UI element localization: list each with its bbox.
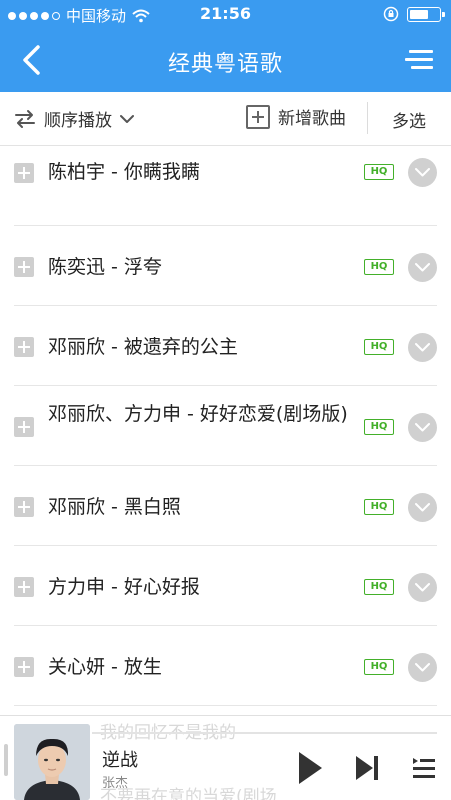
- add-to-list-icon[interactable]: [14, 417, 34, 437]
- now-playing-artist: 张杰: [102, 776, 129, 791]
- hq-badge: HQ: [364, 579, 394, 595]
- play-order-button[interactable]: 顺序播放: [14, 106, 134, 131]
- song-row[interactable]: 邓丽欣 - 黑白照 HQ: [0, 466, 451, 546]
- song-title: 陈奕迅 - 浮夸: [48, 256, 162, 278]
- album-art[interactable]: [14, 724, 90, 800]
- multi-select-button[interactable]: 多选: [392, 107, 426, 132]
- song-row[interactable]: 关心妍 - 放生 HQ: [0, 626, 451, 706]
- song-title: 陈柏宇 - 你瞒我瞒: [48, 161, 200, 183]
- play-order-label: 顺序播放: [44, 111, 112, 131]
- repeat-order-icon: [15, 109, 35, 128]
- more-chevron-icon: [415, 168, 430, 177]
- hq-badge: HQ: [364, 419, 394, 435]
- more-chevron-icon: [415, 423, 430, 432]
- drag-handle[interactable]: [4, 744, 8, 776]
- scrolled-row-text: 我的回忆不是我的: [100, 723, 236, 743]
- status-right: [383, 6, 445, 22]
- more-options-button[interactable]: [408, 333, 437, 362]
- play-icon[interactable]: [296, 750, 324, 786]
- more-chevron-icon: [415, 583, 430, 592]
- song-title: 方力申 - 好心好报: [48, 576, 200, 598]
- mini-player[interactable]: 我的回忆不是我的 不要再在意的当爱(剧场 逆战 张杰: [0, 715, 451, 800]
- hq-badge: HQ: [364, 259, 394, 275]
- page-title: 经典粤语歌: [167, 52, 283, 77]
- more-chevron-icon: [415, 663, 430, 672]
- more-options-button[interactable]: [408, 493, 437, 522]
- rotation-lock-icon: [383, 6, 399, 22]
- more-chevron-icon: [415, 263, 430, 272]
- next-icon[interactable]: [354, 754, 380, 782]
- song-row[interactable]: 陈奕迅 - 浮夸 HQ: [0, 226, 451, 306]
- top-bar: 中国移动 21:56 经典粤语歌: [0, 0, 451, 92]
- nav-bar: 经典粤语歌: [0, 30, 451, 92]
- song-title: 关心妍 - 放生: [48, 656, 162, 678]
- add-to-list-icon[interactable]: [14, 577, 34, 597]
- row-divider: [14, 705, 437, 706]
- song-row[interactable]: 邓丽欣、方力申 - 好好恋爱(剧场版) HQ: [0, 386, 451, 466]
- song-row[interactable]: 方力申 - 好心好报 HQ: [0, 546, 451, 626]
- add-song-icon: [246, 104, 270, 129]
- hq-badge: HQ: [364, 164, 394, 180]
- more-options-button[interactable]: [408, 653, 437, 682]
- song-row[interactable]: 陈柏宇 - 你瞒我瞒 HQ: [0, 146, 451, 226]
- battery-icon: [407, 6, 445, 22]
- add-to-list-icon[interactable]: [14, 163, 34, 183]
- add-to-list-icon[interactable]: [14, 657, 34, 677]
- more-options-button[interactable]: [408, 158, 437, 187]
- now-playing-title: 逆战: [102, 750, 138, 771]
- song-row[interactable]: 邓丽欣 - 被遗弃的公主 HQ: [0, 306, 451, 386]
- progress-track: [92, 732, 437, 734]
- list-toolbar: 顺序播放 新增歌曲 多选: [0, 92, 451, 146]
- hq-badge: HQ: [364, 339, 394, 355]
- playlist-icon[interactable]: [412, 756, 436, 780]
- more-options-button[interactable]: [408, 573, 437, 602]
- artist-avatar-icon: [14, 724, 90, 800]
- more-chevron-icon: [415, 343, 430, 352]
- song-list: 陈柏宇 - 你瞒我瞒 HQ 陈奕迅 - 浮夸 HQ 邓丽欣 - 被遗弃的公主 H…: [0, 146, 451, 706]
- hq-badge: HQ: [364, 659, 394, 675]
- chevron-down-icon: [120, 114, 134, 123]
- song-title: 邓丽欣 - 被遗弃的公主: [48, 336, 238, 358]
- hq-badge: HQ: [364, 499, 394, 515]
- more-chevron-icon: [415, 503, 430, 512]
- status-bar: 中国移动 21:56: [0, 0, 451, 30]
- add-song-label: 新增歌曲: [278, 109, 346, 129]
- add-song-button[interactable]: 新增歌曲: [246, 104, 346, 129]
- add-to-list-icon[interactable]: [14, 497, 34, 517]
- song-title: 邓丽欣、方力申 - 好好恋爱(剧场版): [48, 403, 348, 425]
- add-to-list-icon[interactable]: [14, 337, 34, 357]
- add-to-list-icon[interactable]: [14, 257, 34, 277]
- more-options-button[interactable]: [408, 413, 437, 442]
- menu-icon[interactable]: [405, 48, 435, 72]
- song-title: 邓丽欣 - 黑白照: [48, 496, 181, 518]
- more-options-button[interactable]: [408, 253, 437, 282]
- toolbar-divider: [367, 102, 368, 134]
